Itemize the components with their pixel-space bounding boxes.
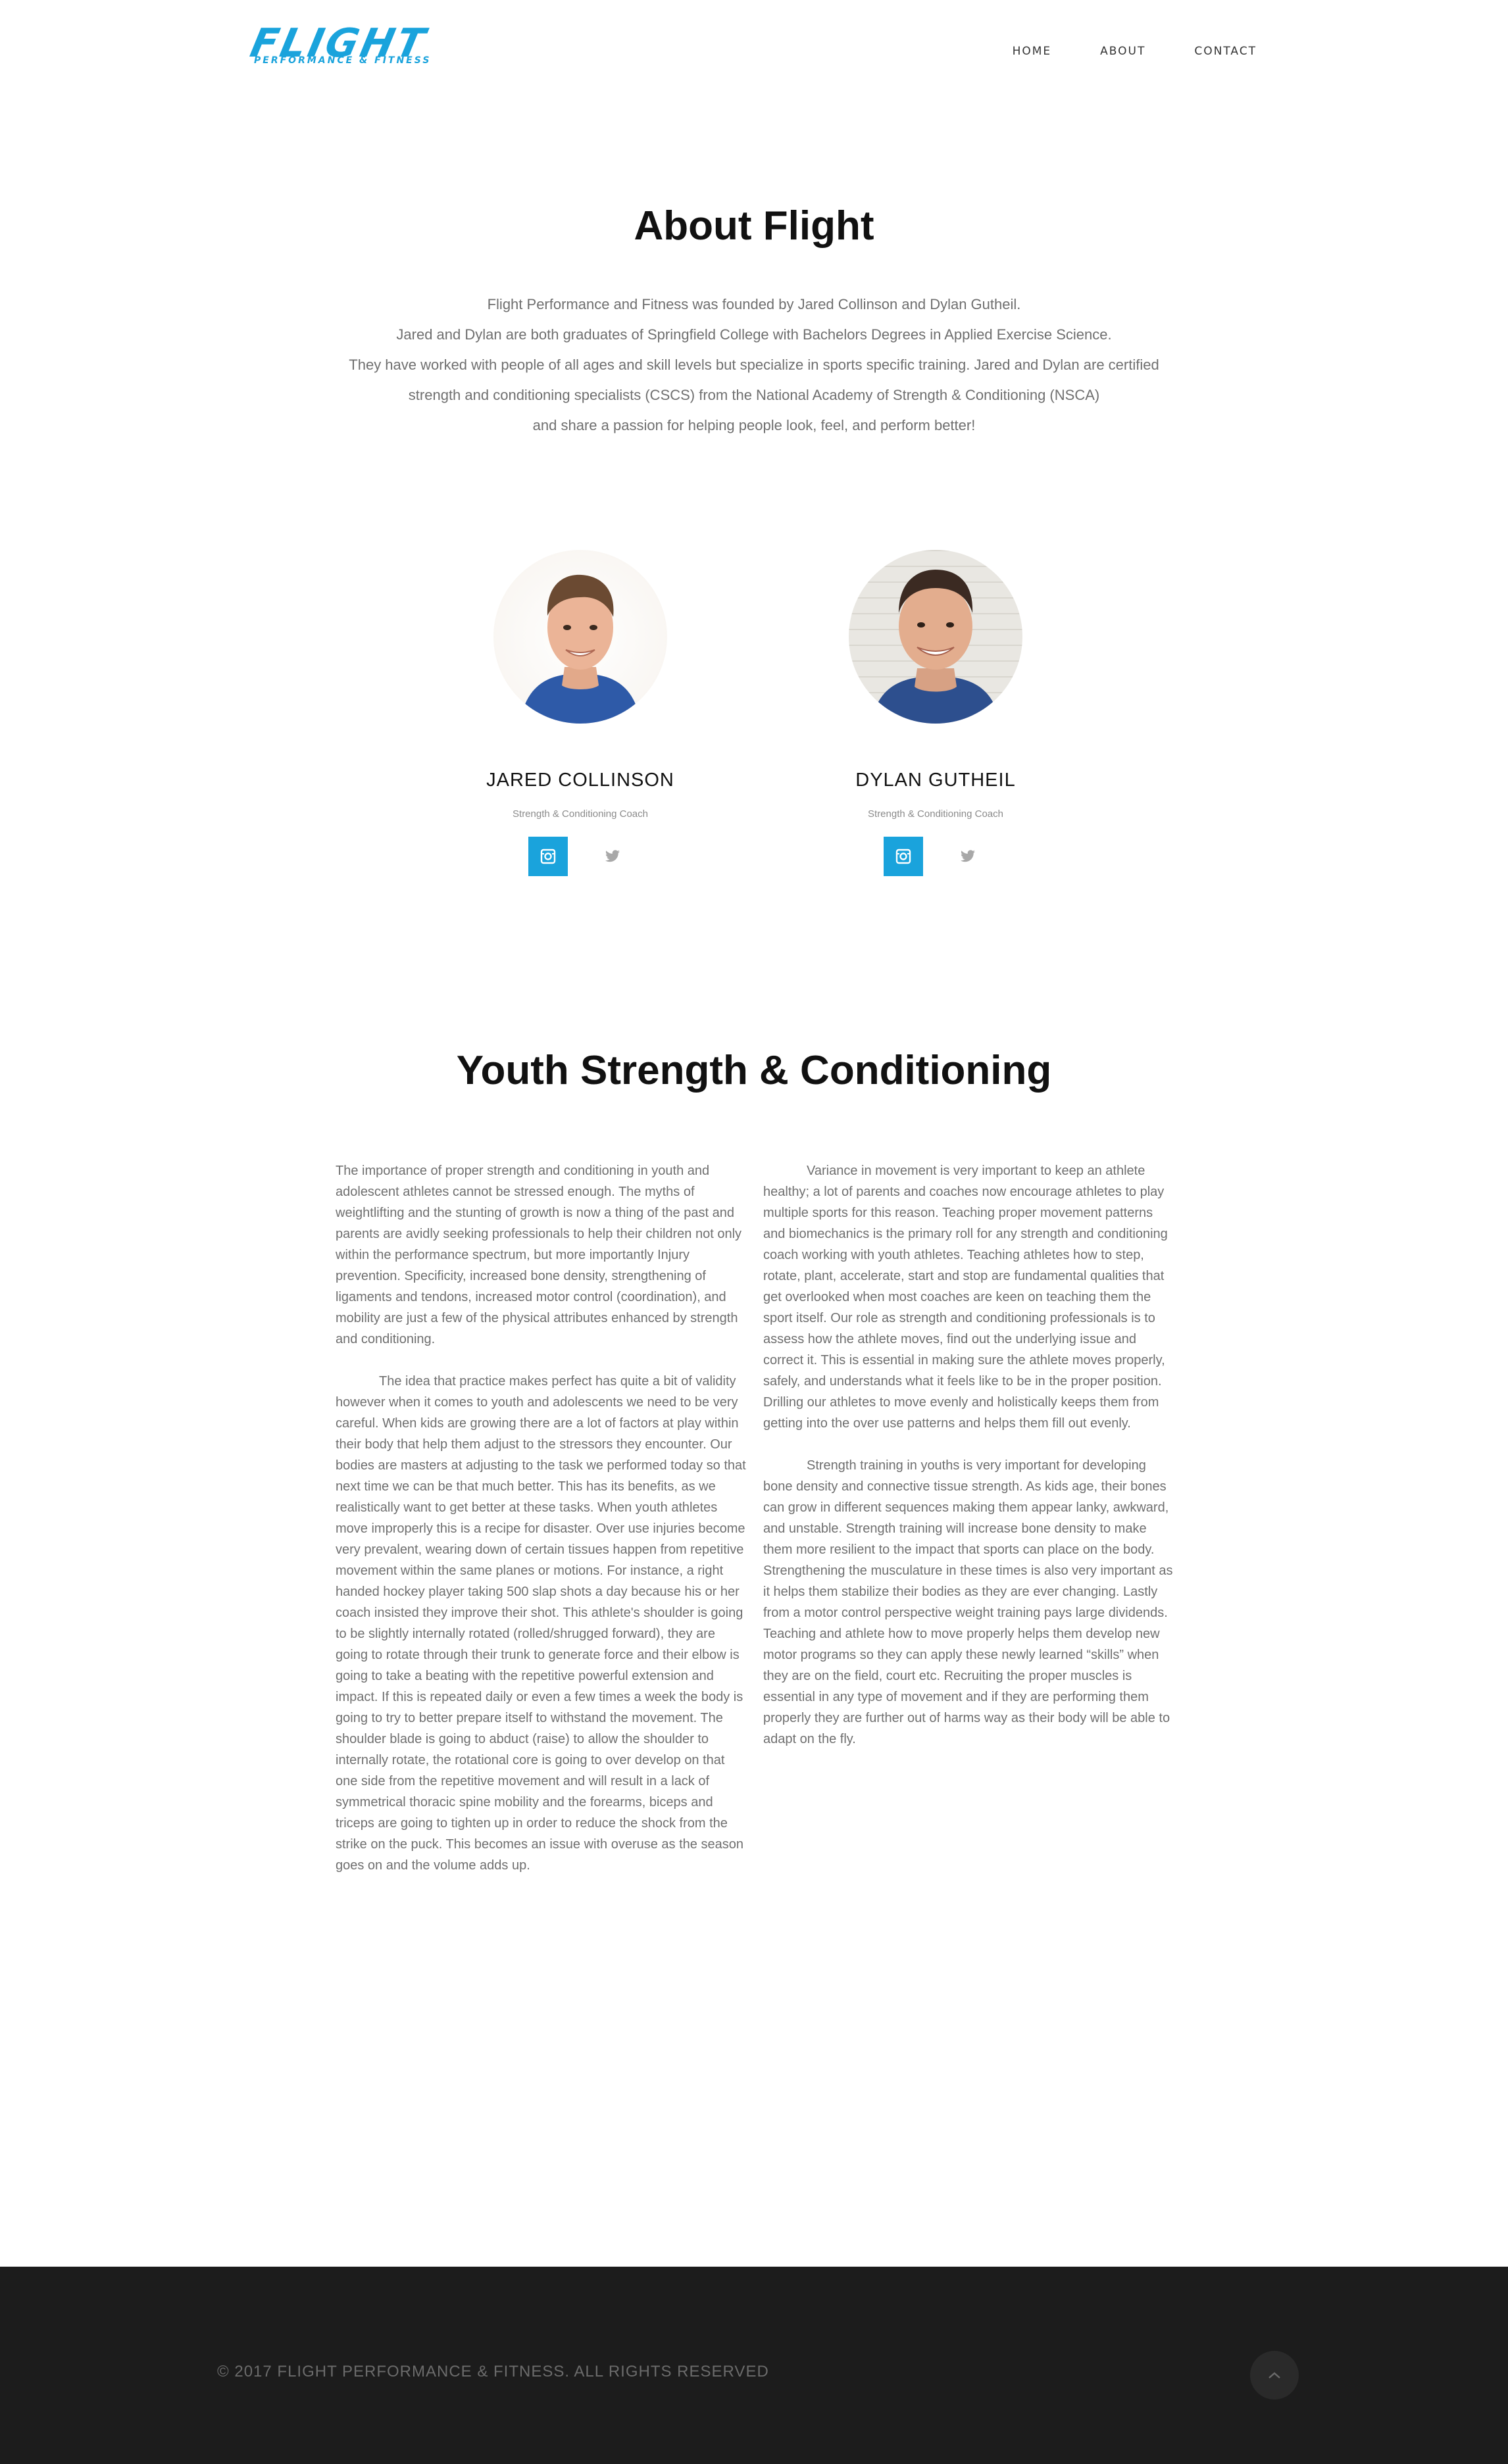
team-member-jared: JARED COLLINSON Strength & Conditioning … xyxy=(416,550,745,876)
back-to-top-button[interactable] xyxy=(1250,2351,1299,2400)
about-title: About Flight xyxy=(634,203,874,249)
about-line: Jared and Dylan are both graduates of Sp… xyxy=(396,326,1112,343)
chevron-up-icon xyxy=(1269,2372,1280,2378)
social-links xyxy=(771,837,1100,876)
main-nav: HOME ABOUT CONTACT xyxy=(1013,45,1257,58)
member-name: DYLAN GUTHEIL xyxy=(855,770,1016,791)
youth-paragraph: The importance of proper strength and co… xyxy=(336,1164,742,1346)
youth-column-left: The importance of proper strength and co… xyxy=(336,1160,746,1897)
nav-link-about[interactable]: ABOUT xyxy=(1100,45,1145,58)
team-member-dylan: DYLAN GUTHEIL Strength & Conditioning Co… xyxy=(771,550,1100,876)
member-role: Strength & Conditioning Coach xyxy=(868,808,1003,820)
youth-paragraph: The idea that practice makes perfect has… xyxy=(336,1374,746,1873)
avatar xyxy=(493,550,667,724)
youth-column-right: Variance in movement is very important t… xyxy=(763,1160,1174,1771)
member-role: Strength & Conditioning Coach xyxy=(513,808,648,820)
avatar xyxy=(849,550,1022,724)
twitter-icon[interactable] xyxy=(948,837,988,876)
nav-link-contact[interactable]: CONTACT xyxy=(1194,45,1257,58)
portrait-illustration xyxy=(871,570,1000,724)
youth-paragraph: Variance in movement is very important t… xyxy=(763,1164,1168,1431)
nav-link-home[interactable]: HOME xyxy=(1013,45,1052,58)
site-logo[interactable]: FLIGHT PERFORMANCE & FITNESS xyxy=(247,20,461,68)
about-line: strength and conditioning specialists (C… xyxy=(408,387,1100,403)
about-line: Flight Performance and Fitness was found… xyxy=(487,296,1021,312)
logo-tagline: PERFORMANCE & FITNESS xyxy=(254,55,432,66)
social-links xyxy=(416,837,745,876)
about-description: Flight Performance and Fitness was found… xyxy=(228,289,1280,441)
youth-paragraph: Strength training in youths is very impo… xyxy=(763,1458,1173,1746)
instagram-icon[interactable] xyxy=(884,837,923,876)
youth-title: Youth Strength & Conditioning xyxy=(456,1048,1052,1093)
site-header: FLIGHT PERFORMANCE & FITNESS HOME ABOUT … xyxy=(0,0,1508,105)
site-footer: © 2017 FLIGHT PERFORMANCE & FITNESS. ALL… xyxy=(0,2267,1508,2464)
portrait-illustration xyxy=(520,574,641,724)
about-line: and share a passion for helping people l… xyxy=(532,417,976,433)
member-name: JARED COLLINSON xyxy=(486,770,674,791)
instagram-icon[interactable] xyxy=(528,837,568,876)
twitter-icon[interactable] xyxy=(593,837,632,876)
about-line: They have worked with people of all ages… xyxy=(349,357,1159,373)
copyright-text: © 2017 FLIGHT PERFORMANCE & FITNESS. ALL… xyxy=(217,2363,769,2380)
